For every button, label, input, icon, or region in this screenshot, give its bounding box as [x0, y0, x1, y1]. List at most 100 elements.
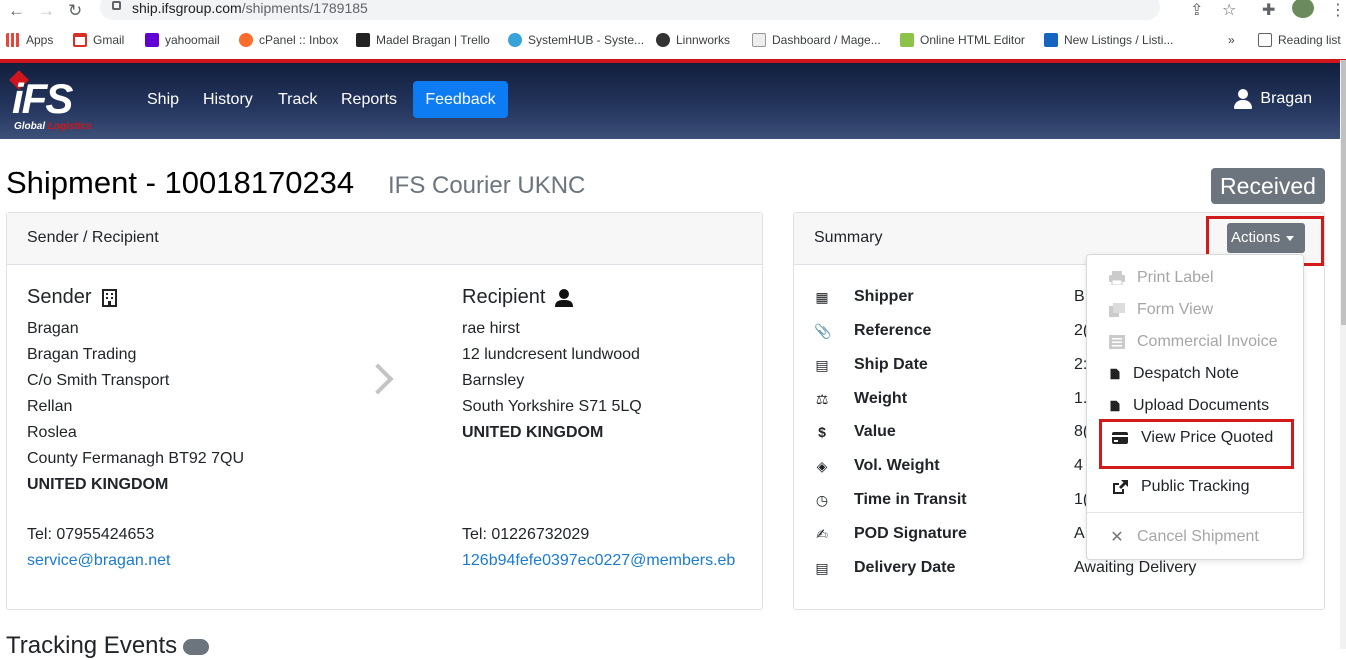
copy-icon — [1109, 303, 1125, 317]
back-icon[interactable]: ← — [8, 1, 25, 21]
signature-icon: ✍ — [816, 526, 828, 542]
sender-tel: Tel: 07955424653 — [27, 526, 155, 543]
linnworks-icon — [656, 33, 670, 47]
chevron-right-icon — [362, 363, 394, 395]
extensions-icon[interactable]: ✚ — [1262, 0, 1275, 20]
reload-icon[interactable]: ↻ — [68, 1, 82, 21]
summary-value: Awaiting Delivery — [1074, 559, 1197, 576]
summary-row-reference: 📎 Reference — [814, 322, 932, 339]
scale-icon: ⚖ — [815, 391, 829, 407]
summary-row-shipper: ▦ Shipper — [815, 288, 914, 305]
summary-value: A — [1074, 525, 1085, 542]
bookmark-dashboard[interactable]: Dashboard / Mage... — [752, 33, 881, 47]
menu-item-form-view[interactable]: Form View — [1109, 301, 1213, 319]
scrollbar-thumb[interactable] — [1341, 60, 1346, 325]
building-icon — [101, 288, 117, 307]
app-navbar: iFS Global Logistics Ship History Track … — [0, 63, 1340, 139]
sender-email-link[interactable]: service@bragan.net — [27, 548, 170, 574]
apps-icon — [6, 33, 20, 47]
reading-list[interactable]: Reading list — [1258, 33, 1341, 47]
paperclip-icon: 📎 — [814, 323, 832, 339]
recipient-title: Recipient — [462, 286, 574, 309]
list-icon — [1109, 335, 1125, 349]
bookmark-linnworks[interactable]: Linnworks — [656, 33, 730, 47]
bookmark-gmail[interactable]: Gmail — [73, 33, 124, 47]
carrier-name: IFS Courier UKNC — [388, 172, 586, 199]
sender-country: UNITED KINGDOM — [27, 476, 169, 493]
user-icon — [1234, 89, 1253, 109]
bookmark-html-editor[interactable]: Online HTML Editor — [900, 33, 1025, 47]
printer-icon — [1109, 271, 1125, 285]
share-icon[interactable]: ⇪ — [1190, 0, 1203, 20]
nav-history[interactable]: History — [203, 91, 253, 109]
clock-icon: ◷ — [815, 492, 829, 508]
forward-icon[interactable]: → — [38, 1, 55, 21]
address-bar-row: ← → ↻ ship.ifsgroup.com/shipments/178918… — [0, 0, 1346, 22]
menu-divider — [1087, 512, 1303, 513]
browser-chrome: ← → ↻ ship.ifsgroup.com/shipments/178918… — [0, 0, 1346, 60]
bookmark-trello[interactable]: Madel Bragan | Trello — [356, 33, 490, 47]
menu-item-print-label[interactable]: Print Label — [1109, 269, 1214, 287]
logo-text: iFS — [12, 75, 73, 122]
logo-tagline: Global Logistics — [14, 121, 92, 132]
file-icon — [1110, 400, 1120, 412]
recipient-address: rae hirst 12 lundcresent lundwood Barnsl… — [462, 316, 642, 446]
status-badge: Received — [1211, 168, 1325, 204]
yahoo-icon — [145, 33, 159, 47]
summary-value: 4 — [1074, 457, 1083, 474]
bookmarks-bar: Apps Gmail yahoomail cPanel :: Inbox Mad… — [0, 28, 1346, 54]
systemhub-icon — [508, 33, 522, 47]
bookmark-apps[interactable]: Apps — [6, 33, 53, 47]
sender-address: Bragan Bragan Trading C/o Smith Transpor… — [27, 316, 244, 498]
profile-avatar[interactable] — [1292, 0, 1314, 18]
feedback-button[interactable]: Feedback — [413, 81, 508, 118]
person-icon — [555, 288, 574, 307]
summary-row-weight: ⚖ Weight — [815, 390, 908, 407]
recipient-country: UNITED KINGDOM — [462, 424, 604, 441]
bookmark-new-listings[interactable]: New Listings / Listi... — [1044, 33, 1173, 47]
address-line: Bragan — [27, 320, 79, 337]
menu-item-upload-documents[interactable]: Upload Documents — [1109, 397, 1269, 415]
menu-item-cancel-shipment[interactable]: ✕ Cancel Shipment — [1109, 527, 1259, 547]
menu-item-despatch-note[interactable]: Despatch Note — [1109, 365, 1239, 383]
bookmark-cpanel[interactable]: cPanel :: Inbox — [239, 33, 338, 47]
address-line: C/o Smith Transport — [27, 372, 170, 389]
address-line: rae hirst — [462, 320, 520, 337]
address-line: Rellan — [27, 398, 73, 415]
sender-recipient-header: Sender / Recipient — [7, 213, 762, 265]
star-icon[interactable]: ☆ — [1222, 0, 1236, 20]
bookmarks-overflow[interactable]: » — [1228, 33, 1235, 47]
address-line: South Yorkshire S71 5LQ — [462, 398, 642, 415]
external-link-icon — [1113, 480, 1128, 494]
summary-row-vol-weight: ◈ Vol. Weight — [814, 457, 940, 475]
summary-row-pod-signature: ✍ POD Signature — [814, 525, 967, 543]
lock-icon — [112, 1, 121, 10]
address-line: County Fermanagh BT92 7QU — [27, 450, 244, 467]
sender-recipient-card: Sender / Recipient Sender Bragan Bragan … — [6, 212, 763, 610]
highlight-view-price-quoted — [1099, 419, 1294, 469]
file-icon — [1110, 368, 1120, 380]
menu-item-public-tracking[interactable]: Public Tracking — [1111, 478, 1250, 496]
sender-title: Sender — [27, 286, 117, 309]
menu-icon[interactable]: ⋮ — [1330, 0, 1346, 20]
bookmark-yahoomail[interactable]: yahoomail — [145, 33, 220, 47]
recipient-email-link[interactable]: 126b94fefe0397ec0227@members.eb — [462, 548, 762, 574]
summary-row-time-in-transit: ◷ Time in Transit — [815, 491, 967, 508]
nav-ship[interactable]: Ship — [147, 91, 179, 109]
nav-track[interactable]: Track — [278, 91, 317, 109]
trello-icon — [356, 33, 370, 47]
listings-icon — [1044, 33, 1058, 47]
tracking-events-heading: Tracking Events — [6, 632, 210, 660]
summary-row-value: $ Value — [814, 423, 896, 441]
user-menu[interactable]: Bragan — [1234, 89, 1312, 109]
bookmark-systemhub[interactable]: SystemHUB - Syste... — [508, 33, 644, 47]
ifs-logo[interactable]: iFS Global Logistics — [8, 69, 108, 133]
address-bar[interactable]: ship.ifsgroup.com/shipments/1789185 — [100, 0, 1160, 20]
address-line: Roslea — [27, 424, 77, 441]
summary-row-ship-date: ▤ Ship Date — [815, 356, 928, 373]
url-text[interactable]: ship.ifsgroup.com/shipments/1789185 — [132, 0, 368, 16]
page-title: Shipment - 10018170234 — [6, 165, 355, 200]
menu-item-commercial-invoice[interactable]: Commercial Invoice — [1109, 333, 1277, 351]
address-line: 12 lundcresent lundwood — [462, 346, 640, 363]
nav-reports[interactable]: Reports — [341, 91, 397, 109]
